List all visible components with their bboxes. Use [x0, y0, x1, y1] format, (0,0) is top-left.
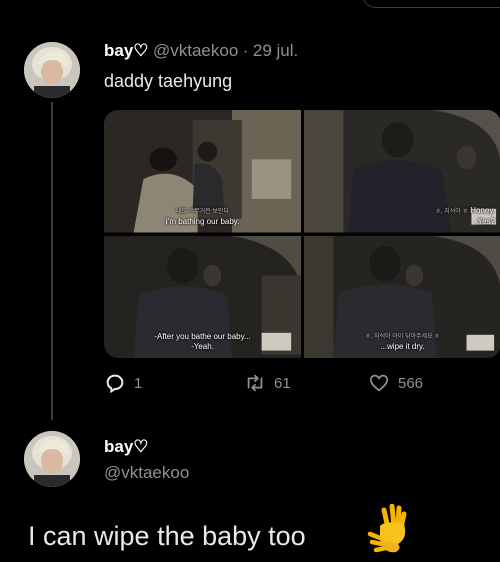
waving-hands-emoji — [367, 504, 407, 553]
subtitle-2: -Yeah. — [191, 342, 214, 351]
avatar[interactable] — [24, 431, 80, 487]
display-name[interactable]: bay♡ — [104, 41, 149, 60]
tweet-text: daddy taehyung — [104, 71, 233, 91]
retweet-button[interactable]: 61 — [244, 372, 291, 394]
previous-tweet-card-edge — [362, 0, 500, 8]
handle[interactable]: @vktaekoo — [153, 41, 238, 60]
subtitle: ...wipe it dry. — [380, 342, 425, 351]
handle[interactable]: @vktaekoo — [104, 463, 189, 483]
subtitle-korean: 내도 아무거든 보인다 — [175, 208, 229, 215]
reply-text: I can wipe the baby too — [28, 521, 306, 551]
thread-line — [51, 102, 53, 420]
heart-icon — [369, 374, 389, 392]
avatar-photo — [24, 42, 80, 98]
media-grid: 내도 아무거든 보인다 I'm bathing our baby. ㅎ, 지석아… — [104, 110, 500, 358]
reply-icon — [106, 374, 124, 394]
reply-button[interactable]: 1 — [104, 372, 142, 394]
timestamp[interactable]: 29 jul. — [253, 41, 298, 60]
reply-count: 1 — [134, 374, 143, 392]
media-frame-1[interactable]: 내도 아무거든 보인다 I'm bathing our baby. — [104, 110, 301, 233]
subtitle-korean: ㅎ, 지석아 아이 닦아주세요 ㅎ — [365, 334, 440, 340]
separator: · — [242, 41, 249, 60]
tweet-actions: 1 61 566 — [104, 372, 464, 398]
avatar[interactable] — [24, 42, 80, 98]
retweet-count: 61 — [274, 374, 291, 392]
media-frame-2[interactable]: ㅎ, 지석아 ㅎ Honey. -Yes? — [304, 110, 500, 233]
like-count: 566 — [398, 374, 424, 392]
like-button[interactable]: 566 — [368, 372, 423, 394]
retweet-icon — [247, 374, 263, 392]
display-name[interactable]: bay♡ — [104, 437, 149, 457]
tweet-header: bay♡ @vktaekoo · 29 jul. — [104, 41, 298, 61]
subtitle: -After you bathe our baby... — [154, 332, 251, 341]
media-frame-3[interactable]: -After you bathe our baby... -Yeah. — [104, 235, 301, 358]
subtitle: I'm bathing our baby. — [165, 216, 240, 226]
avatar-photo — [24, 431, 80, 487]
subtitle-korean: ㅎ, 지석아 ㅎ — [435, 208, 468, 215]
subtitle-2: -Yes? — [474, 216, 495, 226]
media-frame-4[interactable]: ㅎ, 지석아 아이 닦아주세요 ㅎ ...wipe it dry. — [304, 235, 500, 358]
subtitle: Honey. — [470, 205, 495, 215]
